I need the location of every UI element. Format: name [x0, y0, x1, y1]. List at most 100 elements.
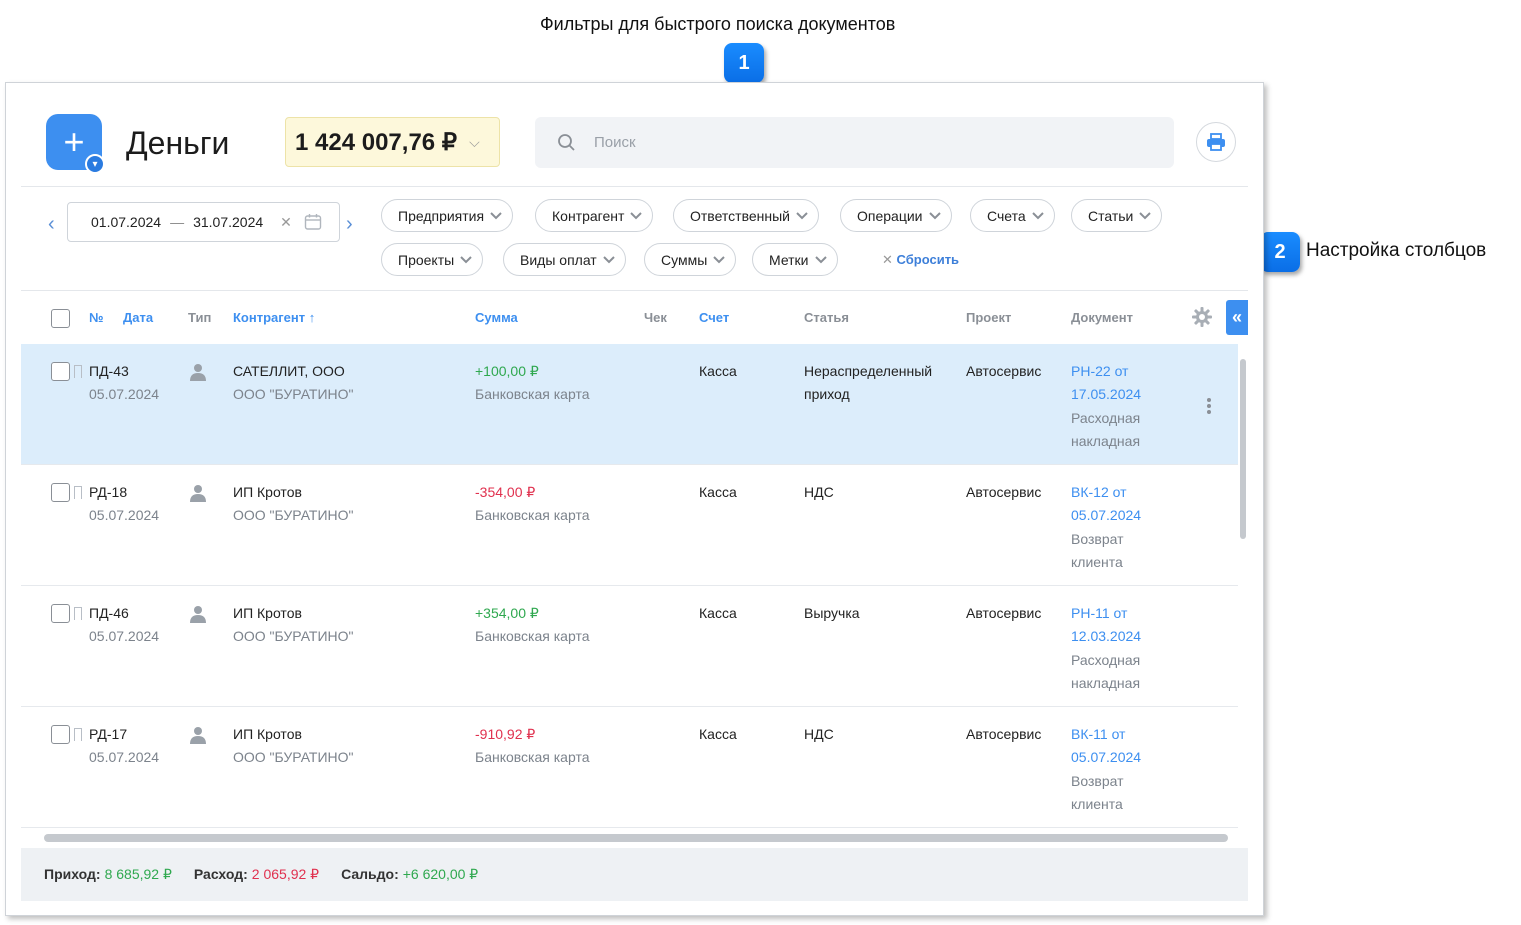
expense-label: Расход:: [193, 866, 248, 882]
row-checkbox[interactable]: [51, 483, 70, 502]
col-document[interactable]: Документ: [1071, 310, 1133, 325]
vertical-scrollbar[interactable]: [1240, 359, 1246, 539]
row-date: 05.07.2024: [89, 628, 160, 644]
row-number: ПД-46: [89, 605, 129, 621]
callout-badge-2: 2: [1260, 232, 1300, 272]
balance-value: +6 620,00 ₽: [402, 866, 479, 882]
filter-articles[interactable]: Статьи: [1071, 199, 1163, 232]
row-document-type-cont: клиента: [1071, 796, 1123, 812]
clear-date-icon[interactable]: ✕: [280, 214, 292, 231]
bookmark-icon[interactable]: [74, 365, 82, 378]
select-all-checkbox[interactable]: [51, 309, 70, 328]
chevron-down-icon: [713, 255, 725, 263]
row-account: Касса: [699, 484, 737, 500]
expense-total: Расход: 2 065,92 ₽: [194, 866, 319, 883]
row-document-link[interactable]: РН-22 от: [1071, 360, 1128, 383]
table-row[interactable]: РД-17 05.07.2024 ИП Кротов ООО "БУРАТИНО…: [21, 707, 1238, 828]
col-sum[interactable]: Сумма: [475, 310, 518, 325]
col-account[interactable]: Счет: [699, 310, 729, 325]
col-date[interactable]: Дата: [123, 310, 153, 325]
row-counterparty: САТЕЛЛИТ, ООО: [233, 363, 345, 379]
row-checkbox[interactable]: [51, 725, 70, 744]
filter-enterprises[interactable]: Предприятия: [381, 199, 514, 232]
row-project: Автосервис: [966, 726, 1042, 742]
row-company: ООО "БУРАТИНО": [233, 628, 354, 644]
search-input[interactable]: [594, 134, 1094, 151]
col-project[interactable]: Проект: [966, 310, 1011, 325]
col-counterparty[interactable]: Контрагент ↑: [233, 310, 315, 325]
row-document-link[interactable]: ВК-11 от: [1071, 723, 1125, 746]
filter-accounts[interactable]: Счета: [970, 199, 1055, 232]
col-article[interactable]: Статья: [804, 310, 849, 325]
table-row[interactable]: ПД-46 05.07.2024 ИП Кротов ООО "БУРАТИНО…: [21, 586, 1238, 707]
filter-operations[interactable]: Операции: [840, 199, 952, 232]
person-icon: [190, 364, 206, 381]
chevron-down-icon: [460, 255, 472, 263]
printer-icon: [1207, 133, 1225, 151]
balance-value: 1 424 007,76 ₽: [295, 128, 458, 156]
more-vertical-icon[interactable]: [1206, 397, 1212, 415]
filter-responsible[interactable]: Ответственный: [673, 199, 819, 232]
row-company: ООО "БУРАТИНО": [233, 507, 354, 523]
balance-selector[interactable]: 1 424 007,76 ₽ ⌵: [285, 117, 500, 167]
row-counterparty: ИП Кротов: [233, 605, 302, 621]
collapse-panel-button[interactable]: «: [1226, 300, 1248, 335]
filter-label: Предприятия: [398, 207, 485, 224]
print-button[interactable]: [1196, 122, 1236, 162]
row-counterparty: ИП Кротов: [233, 726, 302, 742]
prev-period-chevron-icon[interactable]: ‹: [48, 213, 55, 236]
reset-label: Сбросить: [896, 252, 960, 267]
filter-label: Проекты: [398, 251, 455, 268]
next-period-chevron-icon[interactable]: ›: [346, 213, 353, 236]
row-document-date[interactable]: 12.03.2024: [1071, 625, 1141, 648]
row-checkbox[interactable]: [51, 362, 70, 381]
filter-sums[interactable]: Суммы: [644, 243, 737, 276]
row-document-link[interactable]: РН-11 от: [1071, 602, 1127, 625]
table-row[interactable]: ПД-43 05.07.2024 САТЕЛЛИТ, ООО ООО "БУРА…: [21, 344, 1238, 465]
row-document-link[interactable]: ВК-12 от: [1071, 481, 1127, 504]
filter-counterparty[interactable]: Контрагент: [535, 199, 654, 232]
row-number: ПД-43: [89, 363, 129, 379]
row-document-type: Расходная: [1071, 652, 1141, 668]
income-total: Приход: 8 685,92 ₽: [44, 866, 172, 883]
calendar-icon[interactable]: [304, 213, 322, 231]
reset-filters-button[interactable]: ✕ Сбросить: [882, 252, 959, 268]
filter-payment-types[interactable]: Виды оплат: [503, 243, 626, 276]
chevron-down-icon: [814, 255, 827, 263]
date-to: 31.07.2024: [193, 214, 264, 230]
row-document-date[interactable]: 05.07.2024: [1071, 504, 1141, 527]
chevron-down-icon: [1031, 211, 1044, 219]
col-check[interactable]: Чек: [644, 310, 667, 325]
horizontal-scrollbar[interactable]: [44, 834, 1228, 842]
bookmark-icon[interactable]: [74, 607, 82, 620]
page-title: Деньги: [126, 125, 230, 161]
row-number: РД-18: [89, 484, 128, 500]
add-menu-chevron-icon[interactable]: ▾: [85, 154, 105, 174]
bookmark-icon[interactable]: [74, 486, 82, 499]
col-type[interactable]: Тип: [188, 310, 211, 325]
expense-value: 2 065,92 ₽: [251, 866, 320, 882]
bookmark-icon[interactable]: [74, 728, 82, 741]
person-icon: [190, 606, 206, 623]
filter-projects[interactable]: Проекты: [381, 243, 484, 276]
search-icon: [558, 134, 575, 151]
filter-label: Счета: [987, 207, 1026, 224]
filter-label: Контрагент: [552, 207, 625, 224]
row-date: 05.07.2024: [89, 749, 160, 765]
col-number[interactable]: №: [89, 310, 104, 325]
date-range-field[interactable]: 01.07.2024 — 31.07.2024 ✕: [67, 202, 340, 242]
totals-footer: Приход: 8 685,92 ₽ Расход: 2 065,92 ₽ Саль…: [21, 848, 1248, 901]
row-payment-type: Банковская карта: [475, 386, 590, 402]
row-sum: +100,00 ₽: [475, 363, 539, 379]
filter-tags[interactable]: Метки: [752, 243, 838, 276]
gear-icon[interactable]: [1191, 306, 1213, 328]
row-document-date[interactable]: 05.07.2024: [1071, 746, 1141, 769]
row-checkbox[interactable]: [51, 604, 70, 623]
filter-label: Суммы: [661, 251, 708, 268]
row-date: 05.07.2024: [89, 507, 160, 523]
row-document-date[interactable]: 17.05.2024: [1071, 383, 1141, 406]
money-window: + ▾ Деньги 1 424 007,76 ₽ ⌵ ‹ 01.07.2024…: [5, 82, 1264, 916]
date-dash: —: [170, 214, 185, 230]
search-bar[interactable]: [535, 117, 1174, 168]
table-row[interactable]: РД-18 05.07.2024 ИП Кротов ООО "БУРАТИНО…: [21, 465, 1238, 586]
